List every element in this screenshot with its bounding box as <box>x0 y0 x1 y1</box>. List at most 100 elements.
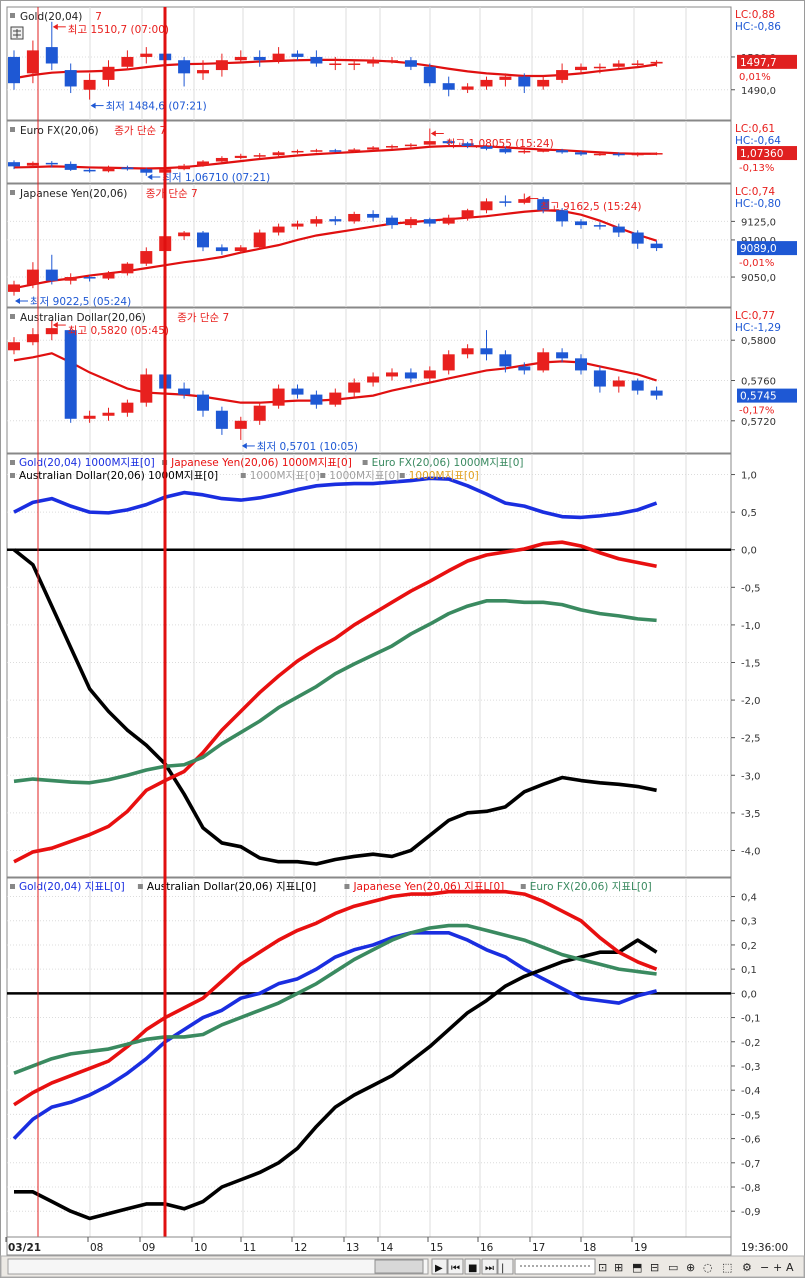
candle-body <box>386 60 398 62</box>
indicator-legend-item: 1000M지표[0] <box>329 470 399 482</box>
gear-icon[interactable]: ⚙ <box>742 1261 752 1274</box>
panel-ind2: 0,4 0,3 0,2 0,1 0,0 -0,1 -0,2 -0,3 -0,4 -0,5 -0,6 -… <box>6 877 761 1238</box>
candle-body <box>593 225 606 227</box>
candle-body <box>348 149 361 152</box>
candle-body <box>423 66 436 84</box>
candle-body <box>631 153 644 156</box>
x-tick-label: 11 <box>243 1242 256 1254</box>
candle-body <box>197 161 209 166</box>
candle-body <box>234 56 247 61</box>
candle-body <box>215 410 228 429</box>
x-tick-label: 14 <box>380 1242 394 1254</box>
indicator-legend-item: Australian Dollar(20,06) 1000M지표[0] <box>19 470 218 482</box>
y-tick-label: -2,0 <box>741 696 761 707</box>
lc-value: LC:0,61 <box>735 123 775 135</box>
legend-marker <box>520 884 526 889</box>
y-tick-label: 0,5 <box>741 508 757 519</box>
candle-body <box>64 330 77 419</box>
x-tick-label: 18 <box>583 1242 596 1254</box>
panel-ind1: 1,0 0,5 0,0 -0,5 -1,0 -1,5 -2,0 -2,5 -3,0 -3,5 -4,… <box>6 453 761 878</box>
lc-value: LC:0,88 <box>735 9 775 21</box>
candle-body <box>423 141 436 145</box>
legend-marker <box>10 127 15 132</box>
layout-icon[interactable]: ⊞ <box>614 1261 623 1274</box>
chart-settings-icon[interactable]: ⊡ <box>598 1261 607 1274</box>
split-icon[interactable]: ⊟ <box>650 1261 659 1274</box>
high-annotation: 최고 9162,5 (15:24) <box>540 201 641 213</box>
candle-body <box>461 210 474 218</box>
indicator-legend: 종가 단순 7 <box>177 312 229 324</box>
candle-body <box>386 372 398 377</box>
candle-body <box>102 66 115 80</box>
candle-body <box>518 366 531 371</box>
lc-value: LC:0,77 <box>735 310 775 322</box>
candle-body <box>83 169 96 172</box>
indicator-legend-item: Gold(20,04) 1000M지표[0] <box>19 457 155 469</box>
zoom-out-icon[interactable]: − <box>760 1261 769 1274</box>
capture-icon[interactable]: ⬚ <box>722 1261 732 1274</box>
candle-body <box>215 247 228 252</box>
y-tick-label: 9050,0 <box>741 273 776 284</box>
candle-body <box>234 420 247 429</box>
candle-body <box>518 76 531 87</box>
x-tick-label: 16 <box>480 1242 494 1254</box>
last-price-label: 0,5745 <box>740 391 777 403</box>
candle-body <box>537 150 550 152</box>
y-tick-label: -0,1 <box>741 1014 761 1025</box>
candle-body <box>291 53 304 57</box>
candle-body <box>140 251 153 264</box>
candle-body <box>121 56 134 67</box>
candle-body <box>121 263 134 274</box>
candle-body <box>8 284 20 292</box>
reset-icon[interactable]: ◌ <box>703 1261 713 1274</box>
hc-value: HC:-0,64 <box>735 135 781 147</box>
candle-body <box>197 394 209 411</box>
y-tick-label: -1,0 <box>741 621 761 632</box>
indicator-legend: 종가 단순 7 <box>146 188 198 200</box>
legend-marker <box>10 314 15 319</box>
candle-body <box>348 213 361 222</box>
candle-body <box>329 150 342 152</box>
y-tick-label: -0,8 <box>741 1183 761 1194</box>
candle-body <box>556 150 569 153</box>
x-tick-label: 03/21 <box>8 1242 41 1254</box>
stop-icon: ■ <box>468 1263 477 1274</box>
candle-body <box>367 213 380 218</box>
zoom-plus-icon[interactable]: + <box>773 1261 782 1274</box>
y-tick-label: -4,0 <box>741 846 761 857</box>
candle-body <box>291 150 304 153</box>
candle-body <box>253 56 266 61</box>
current-time-label: 19:36:00 <box>741 1242 788 1254</box>
window-icon[interactable]: ⬒ <box>632 1261 642 1274</box>
zoom-slider-track[interactable] <box>514 1258 596 1275</box>
zoom-in-icon[interactable]: ⊕ <box>686 1261 695 1274</box>
scroll-right-icon: ▶ <box>435 1263 443 1274</box>
horizontal-scrollbar[interactable] <box>7 1258 429 1275</box>
legend-marker <box>320 473 326 478</box>
candle-body <box>178 232 191 237</box>
y-tick-label: 1,0 <box>741 471 757 482</box>
candle-body <box>612 153 625 156</box>
candle-body <box>45 162 58 165</box>
y-tick-label: 0,0 <box>741 989 757 1000</box>
indicator-legend: 종가 단순 7 <box>114 125 166 137</box>
panel-aud: 0,5800 0,5760 0,5720 Australian Dollar(20,0… <box>6 307 797 454</box>
panel-jpy: 9125,09100,09050,0Japanese Yen(20,06)종가 … <box>6 183 797 308</box>
candle-body <box>197 232 209 248</box>
auto-scale-icon[interactable]: A <box>786 1261 794 1274</box>
series-legend: Australian Dollar(20,06) <box>20 312 146 324</box>
candle-body <box>423 370 436 379</box>
time-axis-frame <box>6 1236 732 1256</box>
scrollbar-thumb[interactable] <box>374 1259 424 1274</box>
panel-icon[interactable]: ▭ <box>668 1261 678 1274</box>
time-axis: 03/21 08 09 10 11 12 13 14 15 16 17 18 19 19:36:00 <box>5 1236 788 1256</box>
y-tick-label: 0,4 <box>741 893 757 904</box>
chart-canvas: 1500,01490,0Gold(20,04)7LC:0,88HC:-0,861… <box>0 0 805 1278</box>
candle-body <box>631 232 644 244</box>
candle-body <box>556 352 569 359</box>
legend-marker <box>137 884 143 889</box>
candle-body <box>64 277 77 281</box>
x-tick-label: 17 <box>532 1242 545 1254</box>
candle-body <box>45 269 58 281</box>
last-price-label: 1,07360 <box>740 148 783 160</box>
